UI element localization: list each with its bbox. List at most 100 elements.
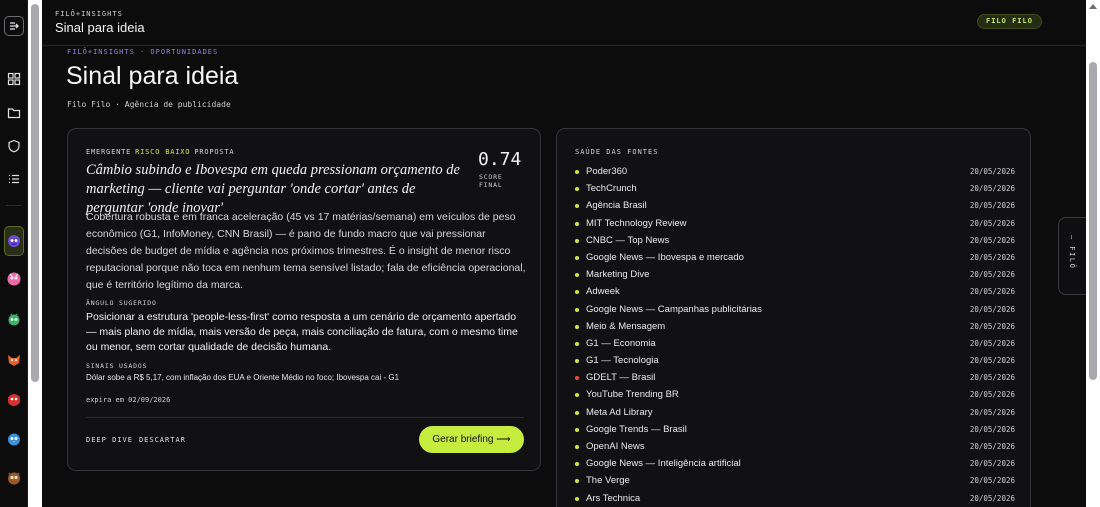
folder-icon[interactable] [4,103,24,123]
source-name: Poder360 [586,166,628,177]
source-date: 20/05/2026 [969,287,1015,297]
status-dot-icon [575,307,579,312]
top-bar: FILÔ+INSIGHTS Sinal para ideia FILO FILO [42,0,1086,46]
source-row[interactable]: Meio & Mensagem 20/05/2026 [575,319,1015,336]
source-name: G1 — Economia [586,337,656,349]
source-row[interactable]: G1 — Tecnologia 20/05/2026 [575,353,1015,370]
generate-briefing-button[interactable]: Gerar briefing ⟶ [419,426,524,453]
source-row[interactable]: The Verge 20/05/2026 [575,473,1015,490]
rail-divider [6,205,22,206]
status-dot-icon [575,273,579,278]
source-row[interactable]: Google News — Inteligência artificial 20/… [575,456,1015,473]
source-row[interactable]: Poder360 20/05/2026 [575,164,1015,181]
status-dot-icon [575,255,579,260]
source-row[interactable]: OpenAI News 20/05/2026 [575,439,1015,456]
source-date: 20/05/2026 [969,304,1015,314]
source-name: GDELT — Brasil [586,372,656,384]
source-name: Meio & Mensagem [586,320,666,332]
expiry-date: expira em 02/09/2026 [86,396,171,404]
source-row[interactable]: G1 — Economia 20/05/2026 [575,336,1015,353]
sidebar-scrollbar[interactable] [28,0,42,507]
signals-label: SINAIS USADOS [86,362,148,370]
card-divider [86,417,524,418]
idea-body: Cobertura robusta e em franca aceleração… [86,211,526,291]
source-row[interactable]: CNBC — Top News 20/05/2026 [575,233,1015,250]
source-row[interactable]: GDELT — Brasil 20/05/2026 [575,370,1015,387]
source-name: Google News — Campanhas publicitárias [586,303,762,315]
source-name: Google News — Ibovespa e mercado [586,251,744,263]
filo-side-tab[interactable]: — FILÔ [1058,217,1086,295]
signals-used: Dólar sobe a R$ 5,17, com inflação dos E… [86,373,400,382]
source-date: 20/05/2026 [969,356,1015,366]
source-name: OpenAI News [586,441,645,452]
top-kicker: FILÔ+INSIGHTS [55,10,123,18]
blue-bird-avatar-icon[interactable] [6,431,22,447]
source-row[interactable]: Adweek 20/05/2026 [575,284,1015,301]
page-scrollbar-thumb[interactable] [1089,62,1097,380]
breadcrumb: FILÔ+INSIGHTS · OPORTUNIDADES [67,48,219,56]
stage-tag: EMERGENTE [86,148,132,156]
idea-tags: EMERGENTE RISCO BAIXO PROPOSTA [86,148,234,156]
red-bug-avatar-icon[interactable] [6,392,22,408]
status-dot-icon [575,341,579,346]
source-row[interactable]: YouTube Trending BR 20/05/2026 [575,387,1015,404]
score-label: SCORE FINAL [479,173,503,189]
source-date: 20/05/2026 [969,424,1015,434]
source-name: TechCrunch [586,183,637,195]
sources-title: SAÚDE DAS FONTES [575,148,659,156]
source-row[interactable]: Agência Brasil 20/05/2026 [575,198,1015,215]
source-date: 20/05/2026 [969,407,1015,417]
angle-label: ÂNGULO SUGERIDO [86,299,157,307]
score-value: 0.74 [478,149,522,170]
page-scrollbar[interactable] [1086,0,1100,507]
source-name: The Verge [586,475,630,487]
status-dot-icon [575,204,579,209]
source-row[interactable]: Google Trends — Brasil 20/05/2026 [575,422,1015,439]
grid-icon[interactable] [4,69,24,89]
deep-dive-button[interactable]: DEEP DIVE [86,436,133,444]
green-alien-avatar-icon[interactable] [6,311,22,327]
status-dot-icon [575,290,579,295]
status-dot-icon [575,445,579,449]
source-date: 20/05/2026 [969,270,1015,280]
source-row[interactable]: MIT Technology Review 20/05/2026 [575,216,1015,233]
source-date: 20/05/2026 [969,373,1015,383]
source-name: G1 — Tecnologia [586,355,659,367]
source-date: 20/05/2026 [969,459,1015,469]
discard-button[interactable]: DESCARTAR [139,436,186,444]
page-subtitle: Filo Filo · Agência de publicidade [67,100,231,109]
status-dot-icon [575,221,579,226]
orange-fox-avatar-icon[interactable] [6,352,22,368]
status-dot-icon [575,359,579,364]
side-tab-label: — FILÔ [1068,235,1076,270]
type-tag: PROPOSTA [194,148,235,156]
agent-avatar-active[interactable] [4,226,24,256]
source-row[interactable]: Google News — Campanhas publicitárias 20/… [575,302,1015,319]
source-row[interactable]: Ars Technica 20/05/2026 [575,491,1015,507]
source-name: Ars Technica [586,492,641,504]
sidebar-scrollbar-thumb[interactable] [31,4,39,382]
source-row[interactable]: TechCrunch 20/05/2026 [575,181,1015,198]
shield-icon[interactable] [4,136,24,156]
pink-monster-avatar-icon[interactable] [6,271,22,287]
client-badge[interactable]: FILO FILO [977,14,1042,29]
source-name: Agência Brasil [586,200,647,212]
status-dot-icon [575,187,579,192]
source-date: 20/05/2026 [969,184,1015,194]
source-row[interactable]: Google News — Ibovespa e mercado 20/05/20… [575,250,1015,267]
app-rail [0,0,28,507]
card-actions: DEEP DIVE DESCARTAR [86,436,192,444]
list-icon[interactable] [4,169,24,189]
status-dot-icon [575,324,579,329]
page-title: Sinal para ideia [66,62,239,90]
scroll-up-arrow-icon[interactable] [1089,4,1097,9]
source-date: 20/05/2026 [969,235,1015,245]
risk-tag: RISCO BAIXO [135,148,191,156]
brown-owl-avatar-icon[interactable] [6,470,22,486]
source-row[interactable]: Meta Ad Library 20/05/2026 [575,405,1015,422]
source-row[interactable]: Marketing Dive 20/05/2026 [575,267,1015,284]
panel-toggle-icon[interactable] [4,16,24,36]
source-date: 20/05/2026 [969,201,1015,211]
source-date: 20/05/2026 [969,321,1015,331]
source-date: 20/05/2026 [969,442,1015,451]
